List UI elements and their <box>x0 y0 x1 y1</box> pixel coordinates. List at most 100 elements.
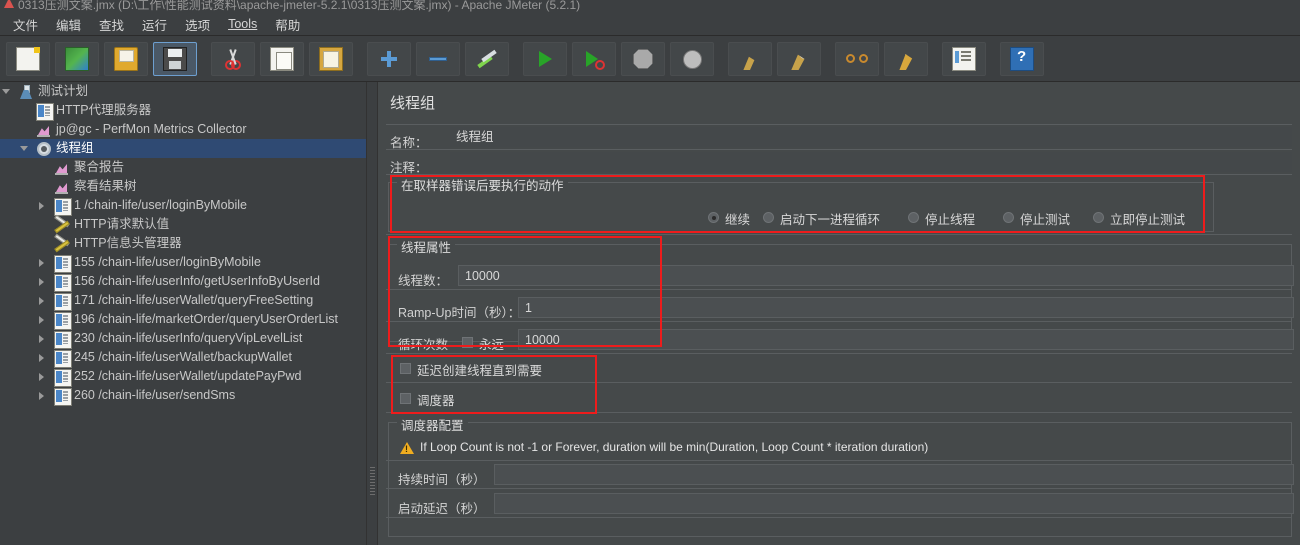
chevron-right-icon[interactable] <box>38 253 49 272</box>
tree-node[interactable]: 测试计划 <box>0 82 366 101</box>
chevron-down-icon[interactable] <box>2 82 13 101</box>
tree-node[interactable]: 245 /chain-life/userWallet/backupWallet <box>0 348 366 368</box>
chart-icon <box>36 122 52 138</box>
help-book-icon <box>1010 47 1034 71</box>
tree-node[interactable]: 171 /chain-life/userWallet/queryFreeSett… <box>0 291 366 311</box>
error-action-legend: 在取样器错误后要执行的动作 <box>397 175 568 194</box>
reset-search-button[interactable] <box>884 42 928 76</box>
toolbar-separator-1 <box>202 59 211 60</box>
comment-input[interactable] <box>450 152 1292 172</box>
clear-all-button[interactable] <box>777 42 821 76</box>
stop-button[interactable] <box>621 42 665 76</box>
rampup-input[interactable]: 1 <box>518 297 1294 318</box>
chevron-down-icon[interactable] <box>20 139 31 158</box>
tree-node[interactable]: 1 /chain-life/user/loginByMobile <box>0 196 366 216</box>
tree-node[interactable]: 155 /chain-life/user/loginByMobile <box>0 253 366 273</box>
expand-all-button[interactable] <box>367 42 411 76</box>
name-input[interactable]: 线程组 <box>450 127 1292 147</box>
menu-file[interactable]: 文件 <box>4 12 47 37</box>
new-button[interactable] <box>6 42 50 76</box>
templates-button[interactable] <box>55 42 99 76</box>
chevron-right-icon[interactable] <box>38 291 49 310</box>
radio-stop-test-dot <box>1003 212 1014 223</box>
warning-triangle-icon <box>400 442 414 454</box>
thread-properties-legend: 线程属性 <box>397 237 456 256</box>
search-button[interactable] <box>835 42 879 76</box>
copy-button[interactable] <box>260 42 304 76</box>
tree-node-label: HTTP请求默认值 <box>74 217 170 231</box>
clear-broom-icon <box>743 56 755 70</box>
test-plan-tree[interactable]: 测试计划 HTTP代理服务器 jp@gc - PerfMon Metrics Col… <box>0 82 366 545</box>
radio-start-next-loop-label: 启动下一进程循环 <box>780 213 881 227</box>
loop-count-input[interactable]: 10000 <box>518 329 1294 350</box>
chevron-right-icon[interactable] <box>38 310 49 329</box>
save-button[interactable] <box>153 42 197 76</box>
tree-node[interactable]: 196 /chain-life/marketOrder/queryUserOrd… <box>0 310 366 330</box>
tree-node-label: jp@gc - PerfMon Metrics Collector <box>56 122 247 136</box>
toggle-button[interactable] <box>465 42 509 76</box>
radio-stop-thread-label: 停止线程 <box>925 213 976 227</box>
checkbox-forever-label: 永远 <box>479 338 505 352</box>
chevron-right-icon[interactable] <box>38 329 49 348</box>
checkbox-scheduler-label: 调度器 <box>417 394 455 408</box>
tree-node[interactable]: 260 /chain-life/user/sendSms <box>0 386 366 406</box>
menu-run[interactable]: 运行 <box>133 12 176 37</box>
templates-icon <box>65 47 89 71</box>
scheduler-warning-text: If Loop Count is not -1 or Forever, dura… <box>420 440 929 454</box>
duration-input[interactable] <box>494 464 1294 485</box>
menu-help[interactable]: 帮助 <box>266 12 309 37</box>
menu-edit[interactable]: 编辑 <box>47 12 90 37</box>
collapse-all-button[interactable] <box>416 42 460 76</box>
menu-tools[interactable]: Tools <box>219 14 266 34</box>
new-document-icon <box>16 47 40 71</box>
shutdown-circle-icon <box>682 49 702 69</box>
http-icon <box>54 274 72 292</box>
paste-button[interactable] <box>309 42 353 76</box>
tree-node[interactable]: jp@gc - PerfMon Metrics Collector <box>0 120 366 139</box>
http-icon <box>54 198 72 216</box>
tree-node[interactable]: 察看结果树 <box>0 177 366 196</box>
tree-node-label: HTTP代理服务器 <box>56 103 152 117</box>
config-icon <box>54 236 70 252</box>
tree-node-label: 230 /chain-life/userInfo/queryVipLevelLi… <box>74 331 303 345</box>
split-pane-divider[interactable] <box>366 82 378 545</box>
chevron-right-icon[interactable] <box>38 196 49 215</box>
menu-options[interactable]: 选项 <box>176 12 219 37</box>
menu-search[interactable]: 查找 <box>90 12 133 37</box>
checkbox-forever-box <box>462 337 473 348</box>
http-icon <box>54 312 72 330</box>
tree-node[interactable]: HTTP请求默认值 <box>0 215 366 234</box>
tree-node[interactable]: 230 /chain-life/userInfo/queryVipLevelLi… <box>0 329 366 349</box>
open-button[interactable] <box>104 42 148 76</box>
tree-node-label: 测试计划 <box>38 84 89 98</box>
tree-node[interactable]: 156 /chain-life/userInfo/getUserInfoByUs… <box>0 272 366 292</box>
http-icon <box>54 369 72 387</box>
function-helper-button[interactable] <box>942 42 986 76</box>
checkbox-delayed-thread-creation-label: 延迟创建线程直到需要 <box>417 364 543 378</box>
cut-button[interactable] <box>211 42 255 76</box>
startup-delay-input[interactable] <box>494 493 1294 514</box>
help-button[interactable] <box>1000 42 1044 76</box>
clear-button[interactable] <box>728 42 772 76</box>
search-clear-icon <box>899 54 913 70</box>
tree-node[interactable]: 线程组 <box>0 139 366 158</box>
chevron-right-icon[interactable] <box>38 386 49 405</box>
toolbar-separator-6 <box>933 59 942 60</box>
tree-node[interactable]: HTTP信息头管理器 <box>0 234 366 253</box>
start-no-pauses-button[interactable] <box>572 42 616 76</box>
tree-node[interactable]: 聚合报告 <box>0 158 366 177</box>
play-no-pause-icon <box>583 48 605 70</box>
chevron-right-icon[interactable] <box>38 348 49 367</box>
threads-input[interactable]: 10000 <box>458 265 1294 286</box>
clipboard-paste-icon <box>319 47 343 71</box>
tree-node-label: 171 /chain-life/userWallet/queryFreeSett… <box>74 293 314 307</box>
chevron-right-icon[interactable] <box>38 367 49 386</box>
shutdown-button[interactable] <box>670 42 714 76</box>
config-icon <box>54 217 70 233</box>
tree-node[interactable]: 252 /chain-life/userWallet/updatePayPwd <box>0 367 366 387</box>
splitter-grip-icon[interactable] <box>370 467 375 495</box>
rampup-label: Ramp-Up时间（秒）： <box>398 306 521 320</box>
tree-node[interactable]: HTTP代理服务器 <box>0 101 366 121</box>
start-button[interactable] <box>523 42 567 76</box>
chevron-right-icon[interactable] <box>38 272 49 291</box>
